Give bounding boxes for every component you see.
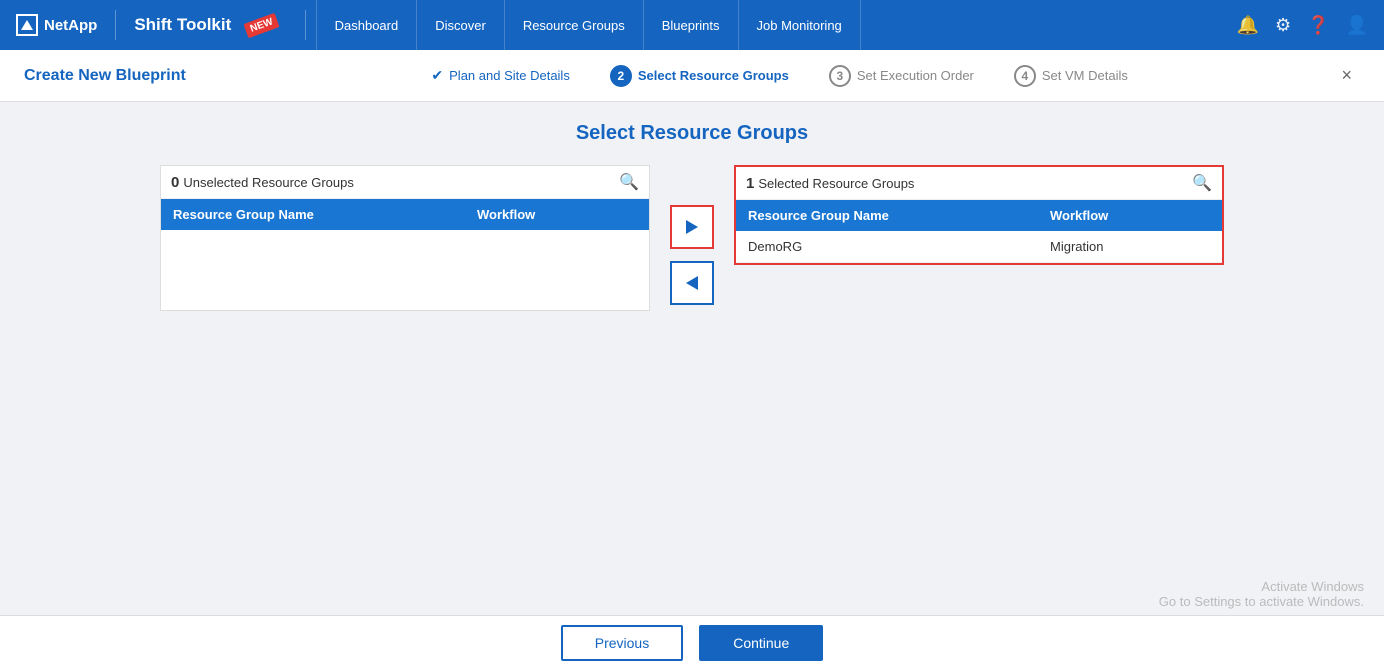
- step1-check-icon: ✔: [431, 67, 443, 84]
- unselected-search-icon[interactable]: 🔍: [619, 172, 639, 192]
- step3-circle: 3: [829, 65, 851, 87]
- unselected-panel-header: 0 Unselected Resource Groups 🔍: [161, 166, 649, 199]
- nav-links: Dashboard Discover Resource Groups Bluep…: [316, 0, 1237, 50]
- brand-area: NetApp Shift Toolkit NEW: [16, 10, 279, 40]
- page-title: Select Resource Groups: [40, 122, 1344, 145]
- nav-job-monitoring[interactable]: Job Monitoring: [739, 0, 861, 50]
- wizard-step-1: ✔ Plan and Site Details: [411, 67, 589, 84]
- unselected-count-label: 0 Unselected Resource Groups: [171, 174, 354, 191]
- help-icon[interactable]: ❓: [1307, 15, 1329, 36]
- selected-count-label: 1 Selected Resource Groups: [746, 175, 914, 192]
- unselected-col-name: Resource Group Name: [173, 207, 477, 222]
- netapp-logo-icon: [16, 14, 38, 36]
- step3-label: Set Execution Order: [857, 68, 974, 83]
- unselected-table-header: Resource Group Name Workflow: [161, 199, 649, 230]
- wizard-header: Create New Blueprint ✔ Plan and Site Det…: [0, 50, 1384, 102]
- step4-circle: 4: [1014, 65, 1036, 87]
- settings-icon[interactable]: ⚙: [1275, 15, 1291, 36]
- selected-panel-header: 1 Selected Resource Groups 🔍: [736, 167, 1222, 200]
- step4-label: Set VM Details: [1042, 68, 1128, 83]
- wizard-close-button[interactable]: ×: [1333, 61, 1360, 90]
- nav-blueprints[interactable]: Blueprints: [644, 0, 739, 50]
- selected-count-text: Selected Resource Groups: [758, 176, 914, 191]
- user-icon[interactable]: 👤: [1346, 15, 1368, 36]
- footer: Previous Continue: [0, 615, 1384, 669]
- notification-icon[interactable]: 🔔: [1237, 15, 1259, 36]
- selected-count-number: 1: [746, 175, 754, 192]
- main-content: Select Resource Groups 0 Unselected Resou…: [0, 102, 1384, 615]
- nav-resource-groups[interactable]: Resource Groups: [505, 0, 644, 50]
- row-name-demorG: DemoRG: [748, 239, 1050, 254]
- unselected-count-number: 0: [171, 174, 179, 191]
- wizard-step-2: 2 Select Resource Groups: [590, 65, 809, 87]
- netapp-logo: NetApp: [16, 14, 97, 36]
- unselected-count-text: Unselected Resource Groups: [183, 175, 354, 190]
- topnav-right: 🔔 ⚙ ❓ 👤: [1237, 15, 1368, 36]
- watermark-line1: Activate Windows: [1159, 579, 1364, 594]
- step1-label: Plan and Site Details: [449, 68, 570, 83]
- selected-col-name: Resource Group Name: [748, 208, 1050, 223]
- nav-divider-2: [305, 10, 306, 40]
- row-workflow-demorG: Migration: [1050, 239, 1210, 254]
- watermark: Activate Windows Go to Settings to activ…: [1159, 579, 1364, 609]
- nav-dashboard[interactable]: Dashboard: [316, 0, 418, 50]
- selected-panel: 1 Selected Resource Groups 🔍 Resource Gro…: [734, 165, 1224, 265]
- wizard-steps: ✔ Plan and Site Details 2 Select Resourc…: [226, 65, 1334, 87]
- unselected-rows-empty: [161, 230, 649, 310]
- unselected-col-workflow: Workflow: [477, 207, 637, 222]
- nav-divider-1: [115, 10, 116, 40]
- previous-button[interactable]: Previous: [561, 625, 683, 661]
- nav-discover[interactable]: Discover: [417, 0, 505, 50]
- netapp-logo-text: NetApp: [44, 17, 97, 34]
- continue-button[interactable]: Continue: [699, 625, 823, 661]
- wizard-step-3: 3 Set Execution Order: [809, 65, 994, 87]
- table-row: DemoRG Migration: [736, 231, 1222, 263]
- wizard-step-4: 4 Set VM Details: [994, 65, 1148, 87]
- transfer-right-button[interactable]: [670, 205, 714, 249]
- step2-circle: 2: [610, 65, 632, 87]
- step2-label: Select Resource Groups: [638, 68, 789, 83]
- transfer-buttons: [650, 205, 734, 305]
- watermark-line2: Go to Settings to activate Windows.: [1159, 594, 1364, 609]
- selected-col-workflow: Workflow: [1050, 208, 1210, 223]
- transfer-left-button[interactable]: [670, 261, 714, 305]
- toolkit-label: Shift Toolkit: [134, 15, 231, 35]
- top-navigation: NetApp Shift Toolkit NEW Dashboard Disco…: [0, 0, 1384, 50]
- unselected-panel: 0 Unselected Resource Groups 🔍 Resource G…: [160, 165, 650, 311]
- wizard-title: Create New Blueprint: [24, 67, 186, 85]
- tables-container: 0 Unselected Resource Groups 🔍 Resource G…: [40, 165, 1344, 311]
- selected-table-header: Resource Group Name Workflow: [736, 200, 1222, 231]
- selected-search-icon[interactable]: 🔍: [1192, 173, 1212, 193]
- toolkit-badge: NEW: [244, 12, 280, 37]
